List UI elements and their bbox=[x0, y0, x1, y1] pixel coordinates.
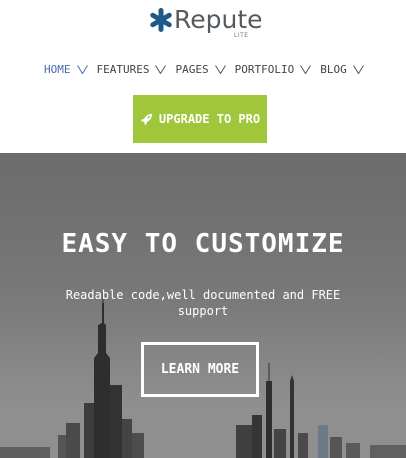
hero-title: EASY TO CUSTOMIZE bbox=[61, 229, 345, 259]
nav-item-pages[interactable]: PAGES bbox=[175, 62, 226, 76]
learn-more-button[interactable]: LEARN MORE bbox=[141, 342, 259, 397]
main-nav: HOME FEATURES PAGES PORTFOLIO BLOG bbox=[44, 60, 373, 78]
nav-item-features[interactable]: FEATURES bbox=[97, 63, 167, 76]
nav-item-label: HOME bbox=[44, 62, 71, 76]
nav-item-label: BLOG bbox=[320, 62, 347, 76]
nav-item-label: FEATURES bbox=[96, 62, 150, 76]
nav-item-portfolio[interactable]: PORTFOLIO bbox=[235, 63, 312, 76]
brand-edition: LITE bbox=[234, 32, 249, 39]
rocket-icon bbox=[140, 113, 152, 125]
chevron-down-icon bbox=[155, 64, 167, 74]
nav-item-label: PAGES bbox=[175, 62, 209, 76]
upgrade-button-label: UPGRADE TO PRO bbox=[158, 112, 261, 126]
chevron-down-icon bbox=[300, 64, 312, 74]
chevron-down-icon bbox=[352, 64, 364, 74]
brand-name: Repute bbox=[174, 5, 263, 34]
chevron-down-icon bbox=[76, 64, 88, 74]
nav-item-blog[interactable]: BLOG bbox=[320, 63, 364, 76]
hero-banner: EASY TO CUSTOMIZE Readable code,well doc… bbox=[0, 153, 406, 458]
brand-logo[interactable]: Repute LITE bbox=[148, 4, 263, 40]
chevron-down-icon bbox=[214, 64, 226, 74]
hero-subtitle: Readable code,well documented and FREE s… bbox=[65, 288, 341, 318]
asterisk-logo-icon bbox=[150, 8, 172, 32]
upgrade-to-pro-button[interactable]: UPGRADE TO PRO bbox=[133, 95, 267, 143]
nav-item-label: PORTFOLIO bbox=[234, 62, 295, 76]
nav-item-home[interactable]: HOME bbox=[44, 63, 88, 76]
learn-more-label: LEARN MORE bbox=[160, 362, 240, 377]
